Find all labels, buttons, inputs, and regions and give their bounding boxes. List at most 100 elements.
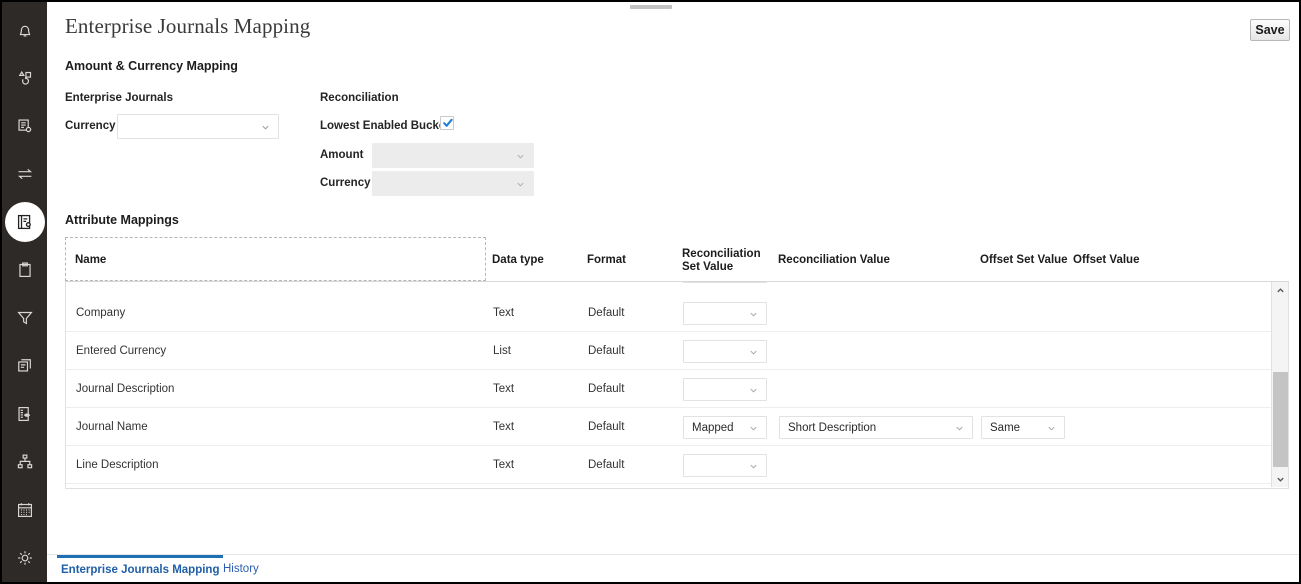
cell-format: Default: [588, 345, 624, 357]
column-header-reconciliation-set-value[interactable]: Reconciliation Set Value: [682, 248, 760, 274]
transfer-arrows-icon: [14, 163, 36, 185]
shapes-sync-icon: [14, 67, 36, 89]
cell-recon-set-value-dropdown[interactable]: Mapped: [683, 416, 767, 439]
window-drag-handle[interactable]: [630, 5, 672, 9]
cell-name: Journal Name: [76, 421, 148, 433]
group-label-reconciliation: Reconciliation: [320, 92, 399, 104]
cell-format: Default: [588, 421, 624, 433]
sidebar-item-bell[interactable]: [2, 6, 47, 54]
column-header-format[interactable]: Format: [587, 254, 626, 267]
chevron-down-icon: [749, 309, 758, 318]
table-vertical-scrollbar[interactable]: [1271, 282, 1288, 487]
column-name-resize-box[interactable]: [65, 237, 486, 281]
table-row[interactable]: Journal Description Text Default: [66, 370, 1272, 408]
cell-name: Entered Currency: [76, 345, 166, 357]
sidebar-item-hierarchy[interactable]: [2, 438, 47, 486]
ej-currency-dropdown[interactable]: [117, 114, 279, 139]
chevron-down-icon: [261, 122, 270, 131]
chevron-down-icon: [955, 423, 964, 432]
gear-icon: [14, 547, 36, 569]
lowest-enabled-bucket-checkbox[interactable]: [440, 116, 454, 130]
field-label-recon-currency: Currency: [320, 177, 371, 189]
chevron-down-icon: [516, 151, 525, 160]
column-header-offset-set-value[interactable]: Offset Set Value: [980, 254, 1068, 267]
field-label-ej-currency: Currency: [65, 120, 116, 132]
attribute-mappings-table-body: Company Text Default Entered Currency Li…: [65, 282, 1289, 489]
field-label-recon-amount: Amount: [320, 149, 363, 161]
cell-recon-value-dropdown[interactable]: Short Description: [779, 416, 973, 439]
field-label-lowest-enabled-bucket: Lowest Enabled Bucket: [320, 120, 449, 132]
cell-name: Line Description: [76, 459, 158, 471]
recon-currency-dropdown[interactable]: [372, 171, 534, 196]
table-row[interactable]: Entered Currency List Default: [66, 332, 1272, 370]
main-content: Enterprise Journals Mapping Save Amount …: [47, 2, 1299, 582]
bell-icon: [14, 19, 36, 41]
chevron-down-icon: [749, 347, 758, 356]
copy-documents-icon: [14, 355, 36, 377]
section-title-attribute-mappings: Attribute Mappings: [65, 213, 179, 227]
sidebar-item-clipboard[interactable]: [2, 246, 47, 294]
table-row[interactable]: Line Description Text Default: [66, 446, 1272, 484]
table-row[interactable]: Company Text Default: [66, 294, 1272, 332]
cell-recon-set-value-dropdown[interactable]: [683, 340, 767, 363]
page-title: Enterprise Journals Mapping: [65, 14, 310, 39]
cell-offset-set-value-dropdown[interactable]: Same: [981, 416, 1065, 439]
cell-data-type: Text: [493, 307, 514, 319]
tab-history[interactable]: History: [219, 555, 263, 582]
recon-set-value-line2: Set Value: [682, 261, 760, 274]
cell-name: Company: [76, 307, 125, 319]
recon-amount-dropdown[interactable]: [372, 143, 534, 168]
cell-data-type: Text: [493, 383, 514, 395]
offset-set-value-text: Same: [990, 422, 1020, 434]
sidebar-item-transfer[interactable]: [2, 150, 47, 198]
calendar-icon: [14, 499, 36, 521]
filter-funnel-icon: [14, 307, 36, 329]
cell-recon-set-value-dropdown[interactable]: [683, 302, 767, 325]
sidebar-item-book-gear[interactable]: [2, 198, 47, 246]
sidebar-item-document-eye[interactable]: [2, 390, 47, 438]
cell-format: Default: [588, 459, 624, 471]
cell-format: Default: [588, 383, 624, 395]
cell-recon-set-value-dropdown[interactable]: [683, 378, 767, 401]
column-header-data-type[interactable]: Data type: [492, 254, 544, 267]
tab-enterprise-journals-mapping[interactable]: Enterprise Journals Mapping: [57, 555, 223, 582]
recon-set-value-text: Mapped: [692, 422, 734, 434]
attribute-mappings-table-header: Name Data type Format Reconciliation Set…: [65, 237, 1289, 282]
cell-data-type: Text: [493, 421, 514, 433]
sidebar-item-calendar[interactable]: [2, 486, 47, 534]
sidebar-item-settings[interactable]: [2, 534, 47, 582]
bottom-tab-bar: Enterprise Journals Mapping History: [47, 554, 1299, 582]
column-header-offset-value[interactable]: Offset Value: [1073, 254, 1139, 267]
clipboard-icon: [14, 259, 36, 281]
recon-value-text: Short Description: [788, 422, 876, 434]
clipped-dropdown-above-scroll: [683, 282, 767, 283]
group-label-enterprise-journals: Enterprise Journals: [65, 92, 173, 104]
document-gear-icon: [14, 115, 36, 137]
book-gear-icon: [14, 211, 36, 233]
sidebar-item-document-gear[interactable]: [2, 102, 47, 150]
cell-data-type: List: [493, 345, 511, 357]
chevron-down-icon: [516, 179, 525, 188]
chevron-down-icon: [749, 461, 758, 470]
column-header-name[interactable]: Name: [75, 254, 106, 267]
chevron-down-icon: [1047, 423, 1056, 432]
column-header-reconciliation-value[interactable]: Reconciliation Value: [778, 254, 890, 267]
application-window: Enterprise Journals Mapping Save Amount …: [0, 0, 1301, 584]
chevron-down-icon: [749, 385, 758, 394]
save-button[interactable]: Save: [1250, 19, 1290, 41]
left-navigation-rail: [2, 2, 47, 582]
section-title-amount-currency-mapping: Amount & Currency Mapping: [65, 59, 238, 73]
cell-format: Default: [588, 307, 624, 319]
sidebar-item-shapes-sync[interactable]: [2, 54, 47, 102]
scroll-down-arrow[interactable]: [1272, 471, 1288, 487]
hierarchy-icon: [14, 451, 36, 473]
table-row[interactable]: Journal Name Text Default Mapped Short D…: [66, 408, 1272, 446]
cell-recon-set-value-dropdown[interactable]: [683, 454, 767, 477]
scrollbar-thumb[interactable]: [1273, 372, 1288, 467]
sidebar-item-copy[interactable]: [2, 342, 47, 390]
cell-data-type: Text: [493, 459, 514, 471]
scroll-up-arrow[interactable]: [1272, 282, 1288, 298]
recon-set-value-line1: Reconciliation: [682, 248, 760, 261]
document-eye-icon: [14, 403, 36, 425]
sidebar-item-filter[interactable]: [2, 294, 47, 342]
